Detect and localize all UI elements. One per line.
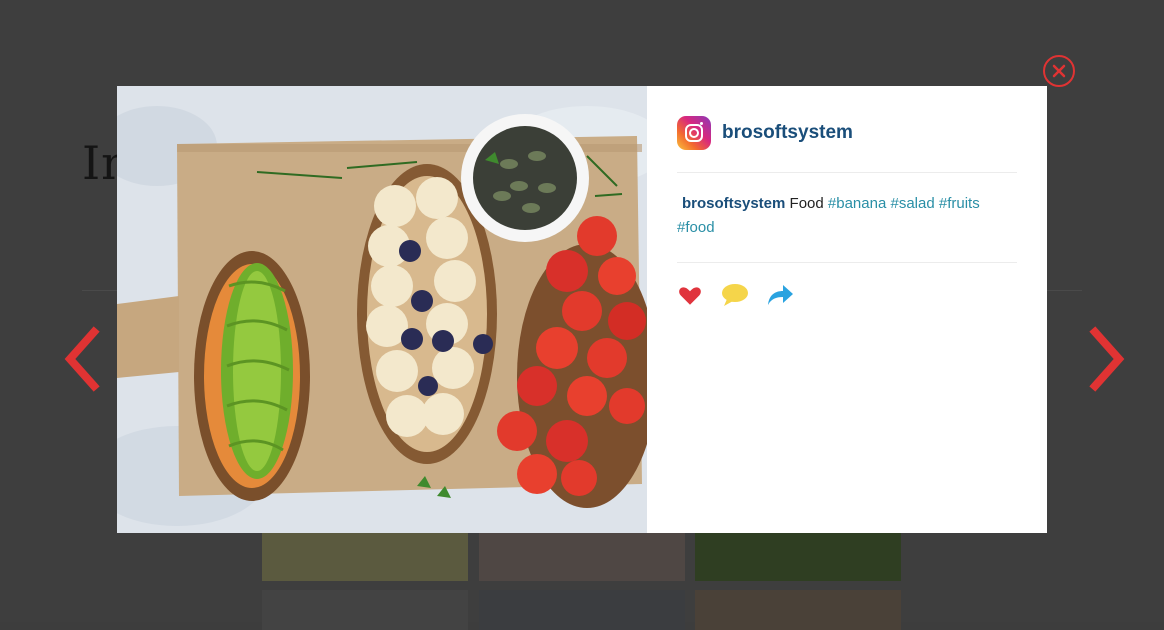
post-caption: brosoftsystem Food #banana #salad #fruit… <box>677 192 1017 263</box>
caption-username-link[interactable]: brosoftsystem <box>682 195 785 212</box>
chevron-right-icon[interactable] <box>1085 326 1129 392</box>
food-photo <box>117 86 647 533</box>
post-header: brosoftsystem <box>677 116 1017 173</box>
heart-icon[interactable] <box>677 282 705 310</box>
post-image <box>117 86 647 533</box>
speech-bubble-icon[interactable] <box>721 282 749 310</box>
hashtag-link[interactable]: #food <box>677 219 715 236</box>
lightbox-modal: brosoftsystem brosoftsystem Food #banana… <box>117 86 1047 533</box>
hashtag-link[interactable]: #salad <box>890 195 934 212</box>
hashtag-link[interactable]: #banana <box>828 195 886 212</box>
share-arrow-icon[interactable] <box>766 282 794 310</box>
caption-text: Food <box>789 195 824 212</box>
close-icon[interactable] <box>1043 55 1075 87</box>
background-thumbnail <box>479 590 685 630</box>
post-details-panel: brosoftsystem brosoftsystem Food #banana… <box>647 86 1047 533</box>
post-username-link[interactable]: brosoftsystem <box>722 122 853 144</box>
hashtag-link[interactable]: #fruits <box>939 195 980 212</box>
background-thumbnail <box>262 590 468 630</box>
chevron-left-icon[interactable] <box>60 326 104 392</box>
instagram-logo-icon[interactable] <box>677 116 711 150</box>
background-thumbnail <box>695 590 901 630</box>
